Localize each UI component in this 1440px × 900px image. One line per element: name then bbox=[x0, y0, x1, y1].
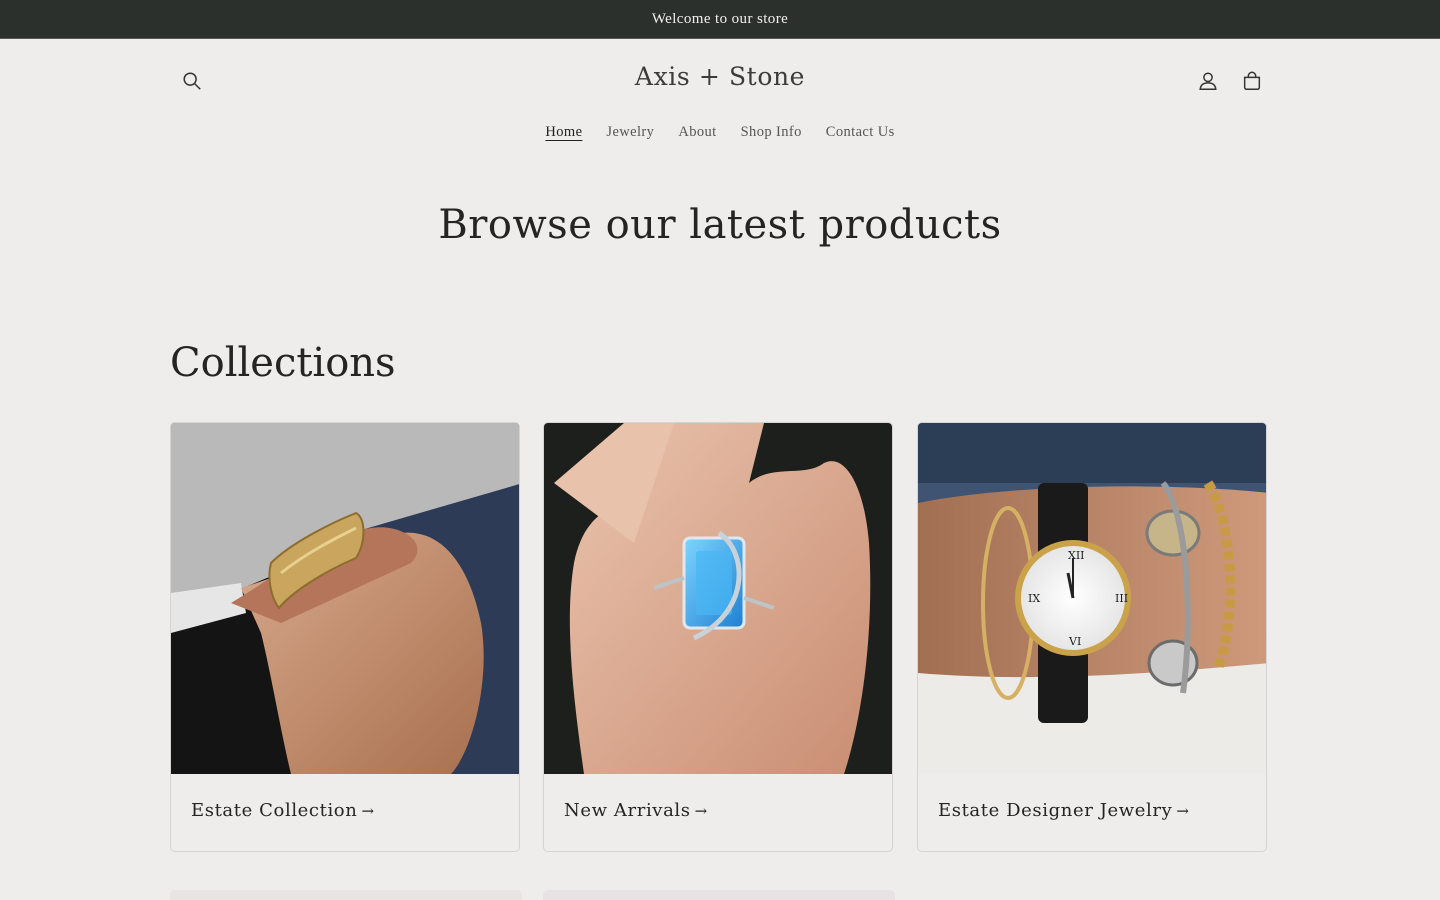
collection-card-estate[interactable]: Estate Collection → bbox=[170, 422, 520, 852]
logo-link[interactable]: Axis + Stone bbox=[635, 62, 805, 91]
cart-icon bbox=[1243, 71, 1261, 90]
account-button[interactable] bbox=[1188, 61, 1228, 101]
collection-label: Estate Designer Jewelry bbox=[938, 800, 1173, 821]
main-nav: Home Jewelry About Shop Info Contact Us bbox=[0, 124, 1440, 141]
cart-button[interactable] bbox=[1232, 61, 1272, 101]
collection-label: Estate Collection bbox=[191, 800, 358, 821]
svg-text:VI: VI bbox=[1068, 635, 1081, 648]
nav-item-jewelry[interactable]: Jewelry bbox=[594, 124, 666, 141]
collection-link-new-arrivals[interactable]: New Arrivals → bbox=[564, 800, 708, 821]
nav-item-shop-info[interactable]: Shop Info bbox=[729, 124, 814, 141]
arrow-right-icon: → bbox=[1176, 802, 1190, 820]
svg-text:III: III bbox=[1115, 592, 1128, 605]
collection-image-estate bbox=[171, 423, 519, 774]
svg-text:IX: IX bbox=[1028, 592, 1040, 605]
svg-text:XII: XII bbox=[1068, 549, 1085, 562]
collection-card-new-arrivals[interactable]: New Arrivals → bbox=[543, 422, 893, 852]
announcement-bar: Welcome to our store bbox=[0, 0, 1440, 39]
nav-item-about[interactable]: About bbox=[666, 124, 728, 141]
announcement-text: Welcome to our store bbox=[651, 10, 789, 27]
hero-title: Browse our latest products bbox=[438, 202, 1002, 248]
collection-image-estate-designer: XII III VI IX bbox=[918, 423, 1266, 774]
collection-card-estate-designer-jewelry[interactable]: XII III VI IX Estate Designer Jewelry → bbox=[917, 422, 1267, 852]
collections-title: Collections bbox=[170, 340, 396, 386]
nav-item-home[interactable]: Home bbox=[533, 124, 594, 141]
collection-link-estate-designer[interactable]: Estate Designer Jewelry → bbox=[938, 800, 1190, 821]
collection-card-peek bbox=[170, 890, 522, 900]
collection-label: New Arrivals bbox=[564, 800, 691, 821]
account-icon bbox=[1199, 72, 1217, 90]
collection-link-estate[interactable]: Estate Collection → bbox=[191, 800, 375, 821]
collection-image-new-arrivals bbox=[544, 423, 892, 774]
nav-item-contact-us[interactable]: Contact Us bbox=[814, 124, 907, 141]
collection-card-peek bbox=[543, 890, 895, 900]
arrow-right-icon: → bbox=[694, 802, 708, 820]
arrow-right-icon: → bbox=[361, 802, 375, 820]
